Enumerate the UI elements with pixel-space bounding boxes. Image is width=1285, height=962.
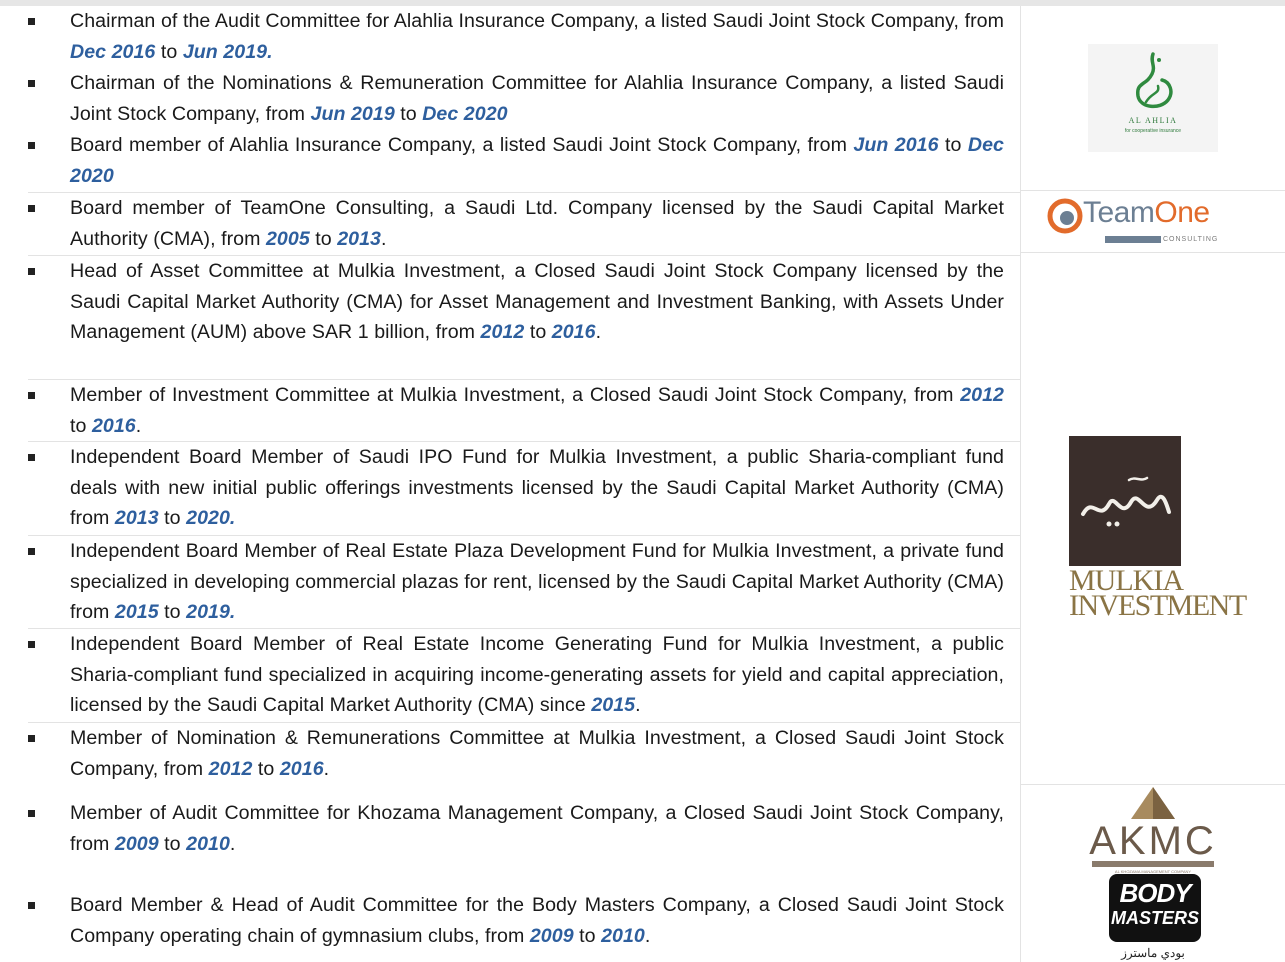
teamone-sub: CONSULTING	[1163, 235, 1219, 243]
entry-text: Chairman of the Audit Committee for Alah…	[70, 10, 1004, 63]
logo-cell-bodymasters: BODY MASTERS بودي ماسترز	[1020, 874, 1285, 962]
entry-text: Member of Audit Committee for Khozama Ma…	[70, 802, 1004, 855]
alahlia-name: AL AHLIA	[1128, 116, 1178, 125]
teamone-arabic-strip	[1105, 235, 1161, 243]
bullet-icon	[28, 80, 35, 87]
akmc-pyramid-icon	[1131, 786, 1175, 819]
bodymasters-line2: MASTERS	[1110, 908, 1199, 928]
akmc-arabic-strip	[1092, 860, 1214, 867]
bullet-icon	[28, 735, 35, 742]
bodymasters-logo: BODY MASTERS بودي ماسترز	[1093, 874, 1213, 962]
bullet-icon	[28, 454, 35, 461]
entry-text: Chairman of the Nominations & Remunerati…	[70, 72, 1004, 125]
text-column: Chairman of the Audit Committee for Alah…	[28, 6, 1020, 962]
bodymasters-line1: BODY	[1119, 878, 1191, 908]
bullet-icon	[28, 268, 35, 275]
list-item: Member of Nomination & Remunerations Com…	[28, 722, 1020, 780]
bodymasters-arabic: بودي ماسترز	[1121, 946, 1185, 960]
logo-cell-alahlia: AL AHLIA for cooperative insurance	[1020, 6, 1285, 190]
teamone-wordmark: TeamOne	[1083, 195, 1210, 229]
logo-cell-mulkia: MULKIA INVESTMENT	[1020, 252, 1285, 784]
teamone-swirl-icon	[1047, 198, 1083, 233]
bullet-icon	[28, 548, 35, 555]
alahlia-tagline: for cooperative insurance	[1124, 128, 1182, 134]
bullet-icon	[28, 392, 35, 399]
entry-text: Independent Board Member of Saudi IPO Fu…	[70, 446, 1004, 529]
entry-text: Independent Board Member of Real Estate …	[70, 540, 1004, 623]
bullet-icon	[28, 641, 35, 648]
entry-text: Head of Asset Committee at Mulkia Invest…	[70, 260, 1004, 343]
mulkia-dark-box	[1069, 436, 1181, 566]
alahlia-logo: AL AHLIA for cooperative insurance	[1088, 44, 1218, 152]
list-item: Independent Board Member of Real Estate …	[28, 628, 1020, 716]
mulkia-line2: INVESTMENT	[1069, 589, 1247, 622]
bullet-icon	[28, 810, 35, 817]
mulkia-logo: MULKIA INVESTMENT	[1053, 436, 1253, 622]
akmc-sub: AL KHOZAMA MANAGEMENT COMPANY	[1114, 868, 1192, 874]
list-item: Member of Investment Committee at Mulkia…	[28, 379, 1020, 437]
akmc-wordmark: AKMC	[1089, 818, 1217, 863]
teamone-logo: TeamOne CONSULTING	[1033, 192, 1273, 252]
entry-text: Board Member & Head of Audit Committee f…	[70, 894, 1004, 947]
mulkia-calligraphy-icon	[1081, 476, 1171, 527]
bullet-icon	[28, 18, 35, 25]
logo-cell-teamone: TeamOne CONSULTING	[1020, 190, 1285, 252]
list-item: Head of Asset Committee at Mulkia Invest…	[28, 255, 1020, 343]
list-item: Independent Board Member of Saudi IPO Fu…	[28, 441, 1020, 529]
list-item: Independent Board Member of Real Estate …	[28, 535, 1020, 623]
alahlia-calligraphy-icon	[1136, 52, 1173, 109]
bullet-icon	[28, 205, 35, 212]
bullet-icon	[28, 142, 35, 149]
list-item: Board member of TeamOne Consulting, a Sa…	[28, 192, 1020, 250]
entry-text: Independent Board Member of Real Estate …	[70, 633, 1004, 716]
entry-text: Member of Investment Committee at Mulkia…	[70, 384, 1004, 437]
bullet-icon	[28, 902, 35, 909]
entry-text: Board member of TeamOne Consulting, a Sa…	[70, 197, 1004, 250]
logo-cell-akmc: AKMC AL KHOZAMA MANAGEMENT COMPANY	[1020, 784, 1285, 876]
entry-text: Board member of Alahlia Insurance Compan…	[70, 134, 1004, 187]
entry-text: Member of Nomination & Remunerations Com…	[70, 727, 1004, 780]
akmc-logo: AKMC AL KHOZAMA MANAGEMENT COMPANY	[1088, 785, 1218, 877]
